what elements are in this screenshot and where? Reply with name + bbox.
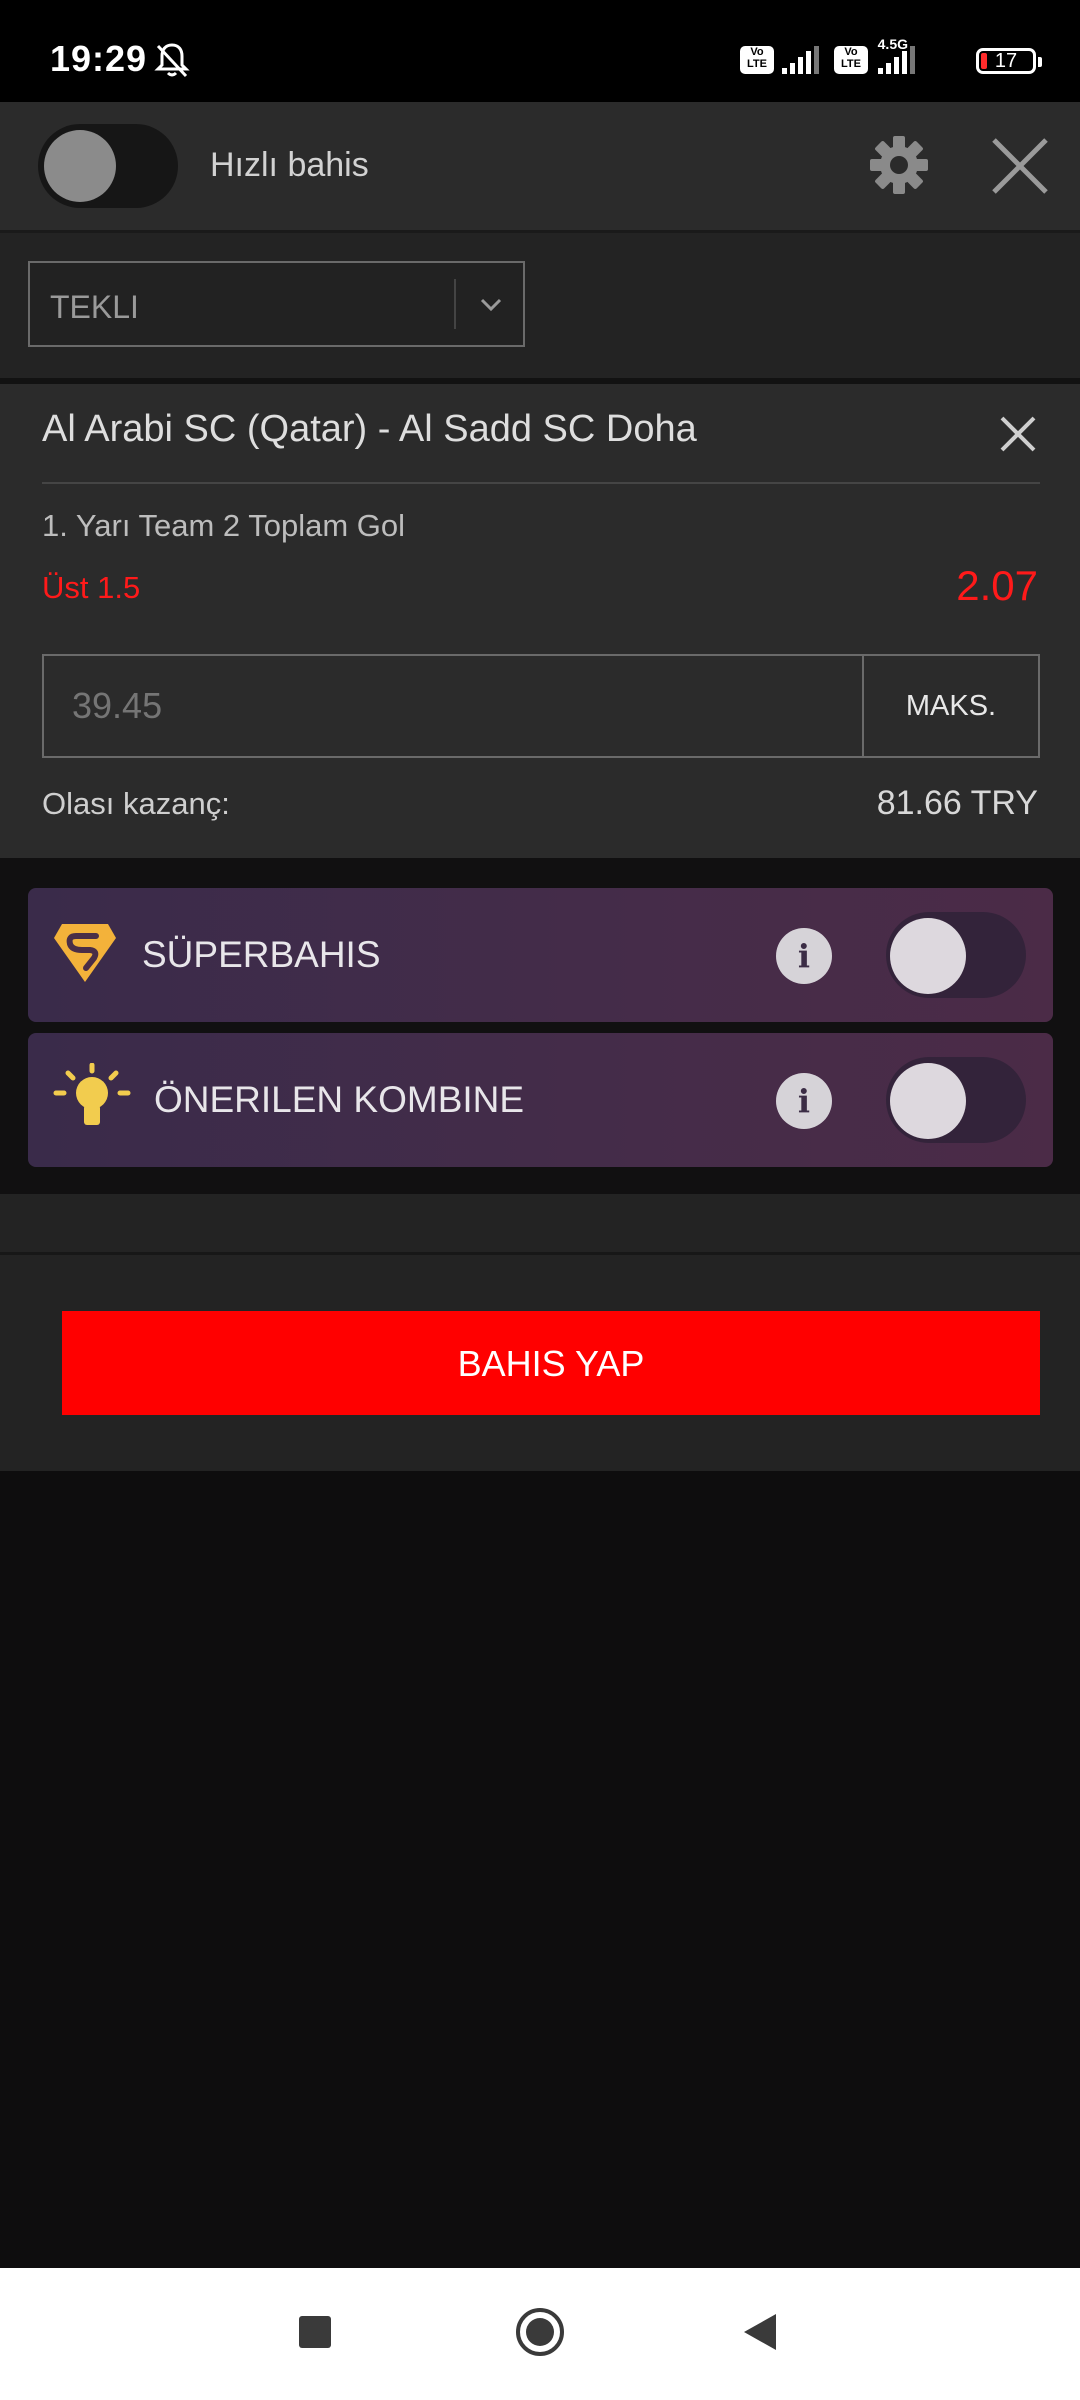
battery-level: 17 — [994, 50, 1018, 72]
superbahis-toggle[interactable] — [886, 912, 1026, 998]
signal-icon-1 — [782, 46, 819, 74]
combo-info-icon[interactable]: i — [776, 1073, 832, 1129]
potential-win-label: Olası kazanç: — [42, 786, 230, 821]
odds-value: 2.07 — [956, 562, 1038, 609]
bet-type-value: TEKLI — [50, 289, 139, 325]
selection-name: Üst 1.5 — [42, 570, 141, 605]
bet-selection-card: Al Arabi SC (Qatar) - Al Sadd SC Doha 1.… — [0, 384, 1080, 858]
back-icon[interactable] — [740, 2312, 780, 2352]
quick-bet-toggle[interactable] — [38, 124, 178, 208]
suggested-combo-row: ÖNERILEN KOMBINE i — [28, 1033, 1053, 1167]
market-name: 1. Yarı Team 2 Toplam Gol — [42, 508, 406, 543]
toggle-knob — [890, 1063, 966, 1139]
toggle-knob — [890, 918, 966, 994]
close-icon[interactable] — [990, 136, 1050, 196]
promo-area: SÜPERBAHIS i ÖNERILEN KOMBINE i — [0, 858, 1080, 1194]
stake-input[interactable] — [44, 656, 862, 756]
betslip-header: Hızlı bahis — [0, 102, 1080, 233]
recents-icon[interactable] — [299, 2316, 331, 2348]
chevron-down-icon — [480, 298, 502, 312]
max-stake-button[interactable]: MAKS. — [862, 656, 1038, 756]
suggested-combo-label: ÖNERILEN KOMBINE — [154, 1079, 525, 1120]
signal-icon-2 — [878, 46, 915, 74]
card-divider — [42, 482, 1040, 484]
status-bar: 19:29 Vo LTE Vo LTE 4.5G 17 — [0, 0, 1080, 102]
select-divider — [454, 279, 456, 329]
superbahis-icon — [54, 924, 116, 982]
suggested-combo-toggle[interactable] — [886, 1057, 1026, 1143]
bet-type-select[interactable]: TEKLI — [28, 261, 525, 347]
superbahis-row: SÜPERBAHIS i — [28, 888, 1053, 1022]
place-bet-button[interactable]: BAHIS YAP — [62, 1311, 1040, 1415]
gear-icon[interactable] — [868, 134, 930, 196]
volte-badge-2: Vo LTE — [834, 46, 868, 74]
quick-bet-label: Hızlı bahis — [210, 146, 369, 184]
match-name: Al Arabi SC (Qatar) - Al Sadd SC Doha — [42, 408, 697, 450]
superbahis-info-icon[interactable]: i — [776, 928, 832, 984]
battery-icon: 17 — [976, 48, 1042, 74]
lightbulb-icon — [53, 1063, 131, 1125]
stake-box: MAKS. — [42, 654, 1040, 758]
status-time: 19:29 — [50, 38, 148, 79]
separator-row — [0, 1194, 1080, 1255]
toggle-knob — [44, 130, 116, 202]
volte-badge-1: Vo LTE — [740, 46, 774, 74]
remove-bet-icon[interactable] — [998, 414, 1038, 454]
submit-area: BAHIS YAP — [0, 1255, 1080, 1471]
superbahis-label: SÜPERBAHIS — [142, 934, 381, 975]
system-nav-bar — [0, 2268, 1080, 2400]
home-icon[interactable] — [516, 2308, 564, 2356]
bet-type-row: TEKLI — [0, 233, 1080, 384]
mute-bell-icon — [154, 43, 190, 78]
potential-win-value: 81.66 TRY — [876, 784, 1038, 822]
